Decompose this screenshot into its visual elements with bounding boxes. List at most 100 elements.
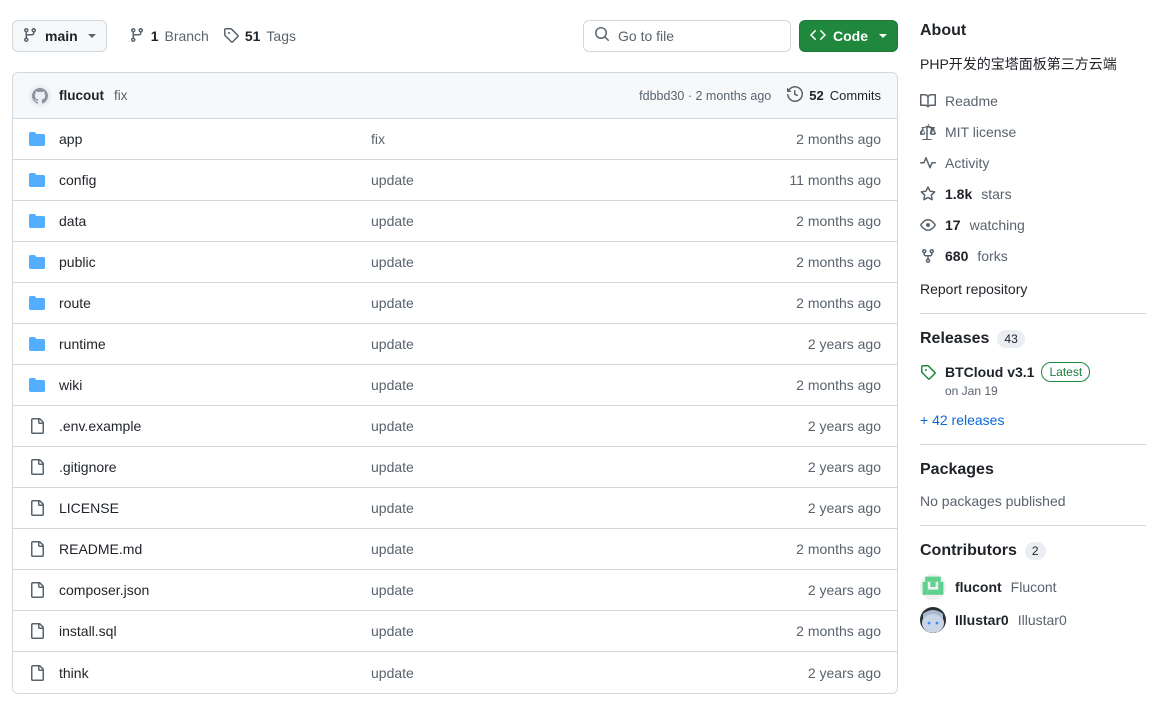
file-commit-age: 2 years ago (807, 664, 881, 681)
file-commit-message[interactable]: update (371, 254, 796, 270)
contributor-login: flucont (955, 579, 1002, 595)
tag-icon (920, 364, 936, 380)
code-button[interactable]: Code (799, 20, 898, 52)
file-commit-age: 2 months ago (796, 295, 881, 311)
file-commit-age: 2 months ago (796, 213, 881, 229)
branches-link[interactable]: 1 Branch (129, 27, 209, 46)
file-commit-message[interactable]: update (371, 582, 808, 598)
chevron-down-icon (879, 34, 887, 38)
file-commit-message[interactable]: update (371, 213, 796, 229)
forks-label: forks (977, 247, 1008, 264)
contributor-row[interactable]: flucont Flucont (920, 574, 1146, 600)
anime-photo-avatar (920, 607, 946, 633)
file-row[interactable]: LICENSE update 2 years ago (13, 488, 897, 529)
file-commit-message[interactable]: update (371, 459, 808, 475)
file-row[interactable]: .env.example update 2 years ago (13, 406, 897, 447)
file-commit-message[interactable]: update (371, 172, 789, 188)
file-rows: app fix 2 months ago config update 11 months … (13, 119, 897, 693)
file-commit-message[interactable]: update (371, 500, 808, 516)
activity-link[interactable]: Activity (920, 151, 1146, 174)
repository-content: main 1 Branch 51 Tags Go to file Code fl… (0, 0, 912, 705)
file-name-link[interactable]: route (59, 295, 371, 311)
watching-label: watching (969, 216, 1025, 233)
commit-author[interactable]: flucout (29, 84, 104, 107)
commits-count-link[interactable]: 52 Commits (787, 85, 881, 105)
file-row[interactable]: composer.json update 2 years ago (13, 570, 897, 611)
file-commit-age: 11 months ago (789, 172, 881, 188)
release-info: BTCloud v3.1 Latest on Jan 19 (945, 362, 1091, 398)
commit-sha: fdbbd30 (639, 88, 685, 103)
latest-release[interactable]: BTCloud v3.1 Latest on Jan 19 (920, 362, 1146, 398)
file-row[interactable]: config update 11 months ago (13, 160, 897, 201)
refs-meta: 1 Branch 51 Tags (129, 27, 296, 46)
book-icon (920, 93, 936, 109)
file-row[interactable]: README.md update 2 months ago (13, 529, 897, 570)
go-to-file-input[interactable]: Go to file (583, 20, 791, 52)
file-name-link[interactable]: app (59, 131, 371, 147)
activity-label: Activity (945, 154, 990, 171)
file-name-link[interactable]: .env.example (59, 418, 371, 434)
watching-link[interactable]: 17 watching (920, 213, 1146, 236)
file-name-link[interactable]: think (59, 665, 371, 681)
commit-sha-and-time[interactable]: fdbbd30 · 2 months ago (639, 89, 771, 103)
file-commit-message[interactable]: update (371, 623, 796, 639)
file-name-link[interactable]: config (59, 172, 371, 188)
tags-count: 51 (244, 28, 261, 44)
file-name-link[interactable]: README.md (59, 541, 371, 557)
about-sidebar: About PHP开发的宝塔面板第三方云端 Readme MIT license… (912, 0, 1162, 705)
file-commit-message[interactable]: update (371, 336, 808, 352)
file-row[interactable]: install.sql update 2 months ago (13, 611, 897, 652)
file-name-link[interactable]: data (59, 213, 371, 229)
folder-icon (29, 377, 45, 393)
go-to-file-placeholder: Go to file (618, 28, 675, 44)
tag-icon (223, 27, 239, 46)
file-commit-age: 2 years ago (807, 336, 881, 352)
packages-empty-text: No packages published (920, 493, 1066, 509)
branches-label: Branch (164, 28, 209, 44)
file-commit-message[interactable]: update (371, 377, 796, 393)
file-commit-message[interactable]: update (371, 541, 796, 557)
file-name-link[interactable]: composer.json (59, 582, 371, 598)
file-name-link[interactable]: runtime (59, 336, 371, 352)
repository-toolbar: main 1 Branch 51 Tags Go to file Code (0, 0, 912, 72)
forks-link[interactable]: 680 forks (920, 244, 1146, 267)
contributor-row[interactable]: Illustar0 Illustar0 (920, 607, 1146, 633)
code-brackets-icon (810, 27, 826, 46)
file-commit-message[interactable]: update (371, 665, 808, 681)
file-row[interactable]: think update 2 years ago (13, 652, 897, 693)
file-row[interactable]: app fix 2 months ago (13, 119, 897, 160)
file-row[interactable]: route update 2 months ago (13, 283, 897, 324)
file-name-link[interactable]: .gitignore (59, 459, 371, 475)
about-title: About (920, 22, 967, 39)
file-name-link[interactable]: install.sql (59, 623, 371, 639)
stars-link[interactable]: 1.8k stars (920, 182, 1146, 205)
file-commit-message[interactable]: update (371, 295, 796, 311)
file-name-link[interactable]: LICENSE (59, 500, 371, 516)
branch-selector-button[interactable]: main (12, 20, 107, 52)
file-commit-age: 2 months ago (796, 541, 881, 557)
commits-count-label: Commits (829, 88, 881, 103)
report-repository-link[interactable]: Report repository (920, 281, 1146, 297)
file-name-link[interactable]: wiki (59, 377, 371, 393)
file-row[interactable]: wiki update 2 months ago (13, 365, 897, 406)
file-commit-age: 2 months ago (796, 377, 881, 393)
tags-link[interactable]: 51 Tags (223, 27, 296, 46)
pulse-icon (920, 155, 936, 171)
file-commit-message[interactable]: update (371, 418, 808, 434)
file-name-link[interactable]: public (59, 254, 371, 270)
file-icon (29, 418, 45, 434)
file-row[interactable]: data update 2 months ago (13, 201, 897, 242)
file-row[interactable]: runtime update 2 years ago (13, 324, 897, 365)
more-releases-link[interactable]: + 42 releases (920, 412, 1146, 428)
file-row[interactable]: public update 2 months ago (13, 242, 897, 283)
star-icon (920, 185, 936, 202)
law-icon (920, 123, 936, 140)
stars-count: 1.8k (945, 185, 973, 202)
file-row[interactable]: .gitignore update 2 years ago (13, 447, 897, 488)
file-commit-message[interactable]: fix (371, 131, 796, 147)
readme-link[interactable]: Readme (920, 89, 1146, 112)
release-title-row: BTCloud v3.1 Latest (945, 362, 1091, 382)
license-link[interactable]: MIT license (920, 120, 1146, 143)
folder-icon (29, 295, 45, 311)
commit-author-name: flucout (59, 88, 104, 103)
